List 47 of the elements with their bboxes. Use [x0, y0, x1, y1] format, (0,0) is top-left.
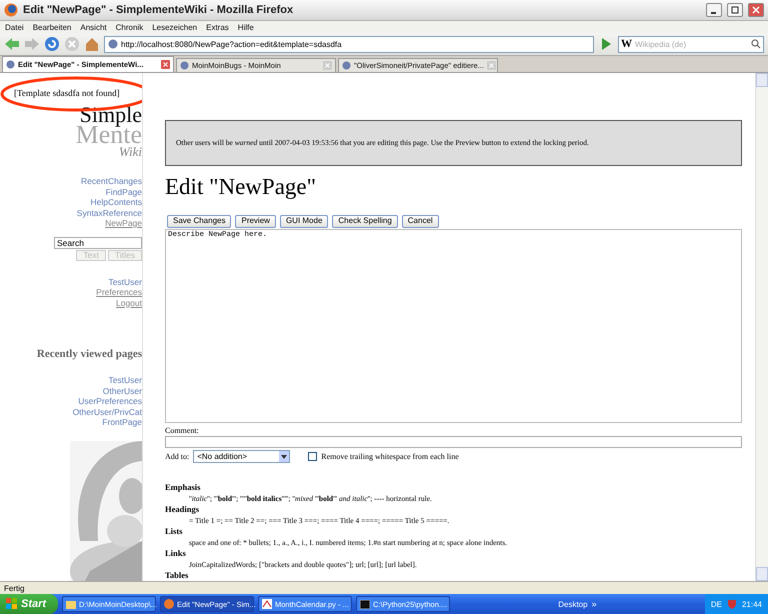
help-heading: Links: [165, 548, 187, 559]
add-to-label: Add to:: [165, 452, 190, 461]
help-heading: Lists: [165, 526, 184, 537]
editor-button[interactable]: GUI Mode: [280, 214, 328, 228]
user-link[interactable]: Logout: [116, 298, 142, 308]
nav-link[interactable]: RecentChanges: [81, 176, 142, 186]
sidebar-search-field[interactable]: Search: [54, 236, 142, 248]
recent-page-link[interactable]: FrontPage: [102, 417, 142, 428]
menu-item[interactable]: Extras: [206, 22, 229, 32]
menu-item[interactable]: Hilfe: [238, 22, 254, 32]
editor-button[interactable]: Preview: [235, 214, 276, 228]
recent-page-link[interactable]: TestUser: [108, 375, 142, 386]
menu-item[interactable]: Bearbeiten: [32, 22, 72, 32]
checkbox-label: Remove trailing whitespace from each line: [321, 452, 459, 461]
window-title: Edit "NewPage" - SimplementeWiki - Mozilla Firefox: [23, 4, 294, 16]
menu-item[interactable]: Ansicht: [80, 22, 107, 32]
nav-link[interactable]: SyntaxReference: [76, 208, 142, 218]
logo-text: Wiki: [118, 146, 142, 158]
menu-item[interactable]: Lesezeichen: [152, 22, 198, 32]
menu-item[interactable]: Chronik: [116, 22, 144, 32]
template-message: [Template sdasdfa not found]: [14, 88, 120, 98]
nav-link[interactable]: FindPage: [106, 186, 142, 197]
editor-button[interactable]: Cancel: [402, 214, 439, 228]
clock: 21:44: [742, 600, 762, 608]
user-link[interactable]: Preferences: [96, 287, 142, 298]
address-field[interactable]: http://localhost:8080/NewPage?action=edit&template=sdasdfa: [104, 36, 594, 52]
desktop-toolbar-label: Desktop: [558, 600, 588, 608]
user-link[interactable]: TestUser: [108, 276, 142, 287]
page-heading: Edit "NewPage": [165, 174, 317, 200]
recent-pages-title: Recently viewed pages: [36, 348, 142, 360]
help-heading: Emphasis: [165, 482, 202, 493]
menu-item[interactable]: Datei: [5, 22, 24, 32]
recent-page-link[interactable]: OtherUser/PrivCat: [72, 406, 142, 417]
editor-button[interactable]: Check Spelling: [332, 214, 398, 228]
recent-page-link[interactable]: OtherUser: [102, 386, 142, 396]
comment-label: Comment:: [165, 426, 200, 435]
status-text: Fertig: [4, 584, 24, 592]
editor-button[interactable]: Save Changes: [167, 214, 232, 228]
recent-page-link[interactable]: UserPreferences: [78, 396, 142, 406]
nav-link[interactable]: HelpContents: [90, 197, 142, 208]
toolbar-chevron[interactable]: »: [592, 599, 597, 609]
nav-link[interactable]: NewPage: [105, 218, 142, 228]
help-heading: Tables: [165, 570, 190, 581]
add-to-dropdown[interactable]: <No addition>: [193, 450, 290, 463]
web-search-bar[interactable]: W Wikipedia (de): [618, 36, 764, 52]
help-heading: Headings: [165, 504, 200, 515]
search-engine-label[interactable]: W: [621, 38, 632, 50]
